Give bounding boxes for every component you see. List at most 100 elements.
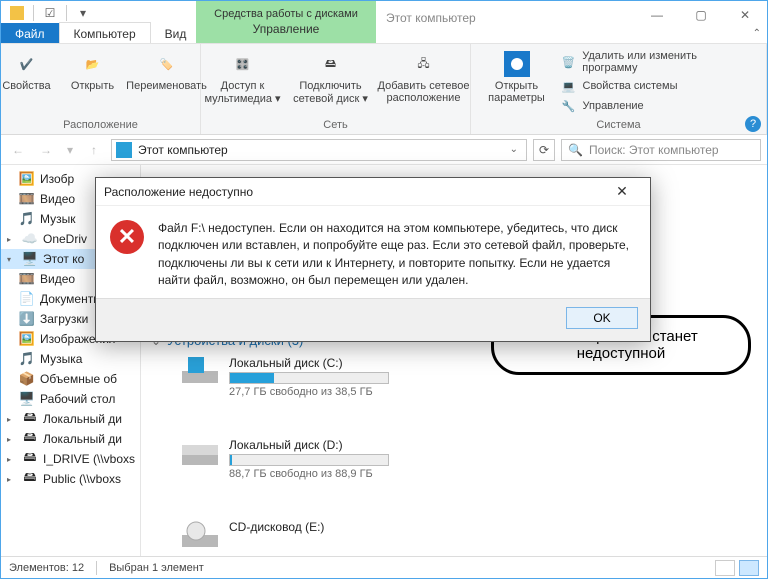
tree-item-label: OneDriv (43, 232, 87, 246)
view-tiles-button[interactable] (739, 560, 759, 576)
ribbon-group-system: Система (596, 117, 640, 134)
tree-item-label: Загрузки (40, 312, 88, 326)
tree-item-icon: 🖴 (22, 451, 38, 467)
tab-file[interactable]: Файл (1, 23, 59, 45)
tree-item-icon: 🎞️ (19, 191, 35, 207)
context-tab-sub: Управление (253, 22, 320, 36)
drive-item[interactable]: CD-дисковод (E:) (181, 520, 471, 550)
help-button[interactable]: ? (745, 116, 761, 132)
view-details-button[interactable] (715, 560, 735, 576)
system-properties-button[interactable]: 💻Свойства системы (557, 76, 757, 96)
map-drive-button[interactable]: 🖴Подключить сетевой диск ▾ (288, 48, 374, 107)
tree-item-label: Документы (40, 292, 102, 306)
maximize-button[interactable]: ▢ (679, 1, 723, 29)
tree-item-icon: 🖼️ (19, 331, 35, 347)
drive-item[interactable]: Локальный диск (C:)27,7 ГБ свободно из 3… (181, 356, 471, 398)
tree-item-label: Изобр (40, 172, 74, 186)
checkmark-icon: ✔️ (13, 50, 41, 78)
uninstall-program-button[interactable]: 🗑️Удалить или изменить программу (557, 48, 757, 76)
drive-icon (181, 356, 219, 386)
drive-icon (181, 520, 219, 550)
rename-button[interactable]: 🏷️Переименовать (128, 48, 206, 94)
ribbon-collapse-icon[interactable]: ⌃ (753, 28, 761, 39)
minimize-button[interactable]: — (635, 1, 679, 29)
status-item-count: Элементов: 12 (9, 562, 84, 574)
close-button[interactable]: ✕ (723, 1, 767, 29)
tree-item-icon: 🖴 (22, 411, 38, 427)
tree-item-icon: 🎵 (19, 351, 35, 367)
error-dialog: Расположение недоступно ✕ ✕ Файл F:\ нед… (95, 177, 651, 342)
drive-usage-bar (229, 454, 389, 466)
media-icon: 🎛️ (229, 50, 257, 78)
search-icon: 🔍 (568, 143, 583, 157)
gear-icon: 🔧 (561, 98, 577, 114)
tree-item-label: Музык (40, 212, 76, 226)
tree-item-label: Видео (40, 272, 75, 286)
tree-item-label: Этот ко (43, 252, 84, 266)
tab-view[interactable]: Вид (151, 23, 201, 45)
tree-item-label: Локальный ди (43, 432, 122, 446)
tree-item-label: Рабочий стол (40, 392, 115, 406)
network-drive-icon: 🖴 (317, 50, 345, 78)
open-settings-button[interactable]: Открыть параметры (481, 48, 553, 106)
context-tab-title: Средства работы с дисками (214, 8, 358, 20)
tree-item[interactable]: 📦 Объемные об (1, 369, 140, 389)
drive-name: Локальный диск (C:) (229, 356, 389, 370)
refresh-button[interactable]: ⟳ (533, 139, 555, 161)
tree-item[interactable]: 🖴 I_DRIVE (\\vboxs (1, 449, 140, 469)
tree-item[interactable]: 🖴 Локальный ди (1, 429, 140, 449)
nav-back-button[interactable]: ← (7, 139, 29, 161)
tree-item-label: Объемные об (40, 372, 117, 386)
qat-dropdown-icon[interactable]: ▾ (73, 3, 93, 23)
nav-history-dropdown[interactable]: ▾ (63, 139, 77, 161)
address-bar[interactable]: Этот компьютер ⌄ (111, 139, 527, 161)
ribbon-group-location: Расположение (63, 117, 138, 134)
tree-item-icon: 🖥️ (19, 391, 35, 407)
tab-computer[interactable]: Компьютер (59, 22, 151, 45)
window-title: Этот компьютер (386, 11, 476, 25)
tree-item-icon: 📄 (19, 291, 35, 307)
address-dropdown-icon[interactable]: ⌄ (506, 144, 522, 155)
tree-item-icon: 🎵 (19, 211, 35, 227)
drive-free-text: 88,7 ГБ свободно из 88,9 ГБ (229, 468, 389, 480)
open-button[interactable]: 📂Открыть (62, 48, 124, 94)
nav-up-button[interactable]: ↑ (83, 139, 105, 161)
nav-forward-button[interactable]: → (35, 139, 57, 161)
tree-item[interactable]: 🖴 Локальный ди (1, 409, 140, 429)
ribbon: ⌃ ✔️Свойства 📂Открыть 🏷️Переименовать Ра… (1, 43, 767, 135)
tree-item-icon: ☁️ (22, 231, 38, 247)
tree-item-label: Локальный ди (43, 412, 122, 426)
tree-item-icon: 🖥️ (22, 251, 38, 267)
drive-item[interactable]: Локальный диск (D:) 88,7 ГБ свободно из 8… (181, 438, 471, 480)
context-tab-disk-tools[interactable]: Средства работы с дисками Управление (196, 1, 376, 43)
tree-item-icon: 🖼️ (19, 171, 35, 187)
ribbon-group-network: Сеть (323, 117, 347, 134)
search-input[interactable]: 🔍 Поиск: Этот компьютер (561, 139, 761, 161)
tree-item-icon: 🖴 (22, 471, 38, 487)
address-text: Этот компьютер (138, 143, 500, 157)
titlebar: ☑ ▾ Файл Компьютер Вид Средства работы с… (1, 1, 767, 43)
folder-open-icon: 📂 (79, 50, 107, 78)
computer-icon: 💻 (561, 78, 577, 94)
tree-item[interactable]: 🖥️ Рабочий стол (1, 389, 140, 409)
dialog-close-button[interactable]: ✕ (602, 180, 642, 204)
uninstall-icon: 🗑️ (561, 54, 577, 70)
search-placeholder: Поиск: Этот компьютер (589, 143, 719, 157)
properties-button[interactable]: ✔️Свойства (0, 48, 58, 94)
dialog-title: Расположение недоступно (104, 185, 253, 199)
dialog-ok-button[interactable]: OK (566, 307, 638, 329)
tree-item-icon: 📦 (19, 371, 35, 387)
drive-name: Локальный диск (D:) (229, 438, 389, 452)
tree-item-label: Музыка (40, 352, 82, 366)
add-network-location-button[interactable]: 🖧Добавить сетевое расположение (378, 48, 470, 106)
tree-item[interactable]: 🖴 Public (\\vboxs (1, 469, 140, 489)
tree-item-icon: 🖴 (22, 431, 38, 447)
manage-button[interactable]: 🔧Управление (557, 96, 757, 116)
add-network-icon: 🖧 (410, 50, 438, 78)
media-access-button[interactable]: 🎛️Доступ к мультимедиа ▾ (202, 48, 284, 107)
tree-item-label: I_DRIVE (\\vboxs (43, 452, 135, 466)
drive-icon (181, 438, 219, 468)
tree-item[interactable]: 🎵 Музыка (1, 349, 140, 369)
checkbox-icon[interactable]: ☑ (40, 3, 60, 23)
tree-item-label: Public (\\vboxs (43, 472, 121, 486)
